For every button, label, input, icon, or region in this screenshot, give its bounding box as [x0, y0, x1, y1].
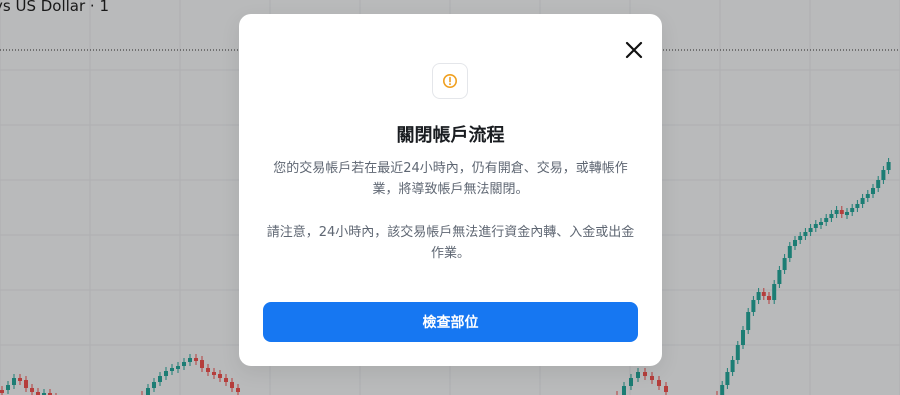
dialog-message-1: 您的交易帳戶若在最近24小時內，仍有開倉、交易，或轉帳作業，將導致帳戶無法關閉。 [273, 161, 628, 197]
close-button[interactable] [624, 40, 644, 60]
dialog-message-2: 請注意，24小時內，該交易帳戶無法進行資金內轉、入金或出金作業。 [266, 225, 635, 261]
check-positions-button[interactable]: 檢查部位 [263, 302, 638, 342]
warning-icon [443, 74, 457, 88]
close-account-dialog: 關閉帳戶流程 您的交易帳戶若在最近24小時內，仍有開倉、交易，或轉帳作業，將導致… [239, 14, 662, 366]
close-icon [625, 41, 643, 59]
dialog-title: 關閉帳戶流程 [396, 125, 505, 146]
warning-badge [432, 63, 468, 99]
